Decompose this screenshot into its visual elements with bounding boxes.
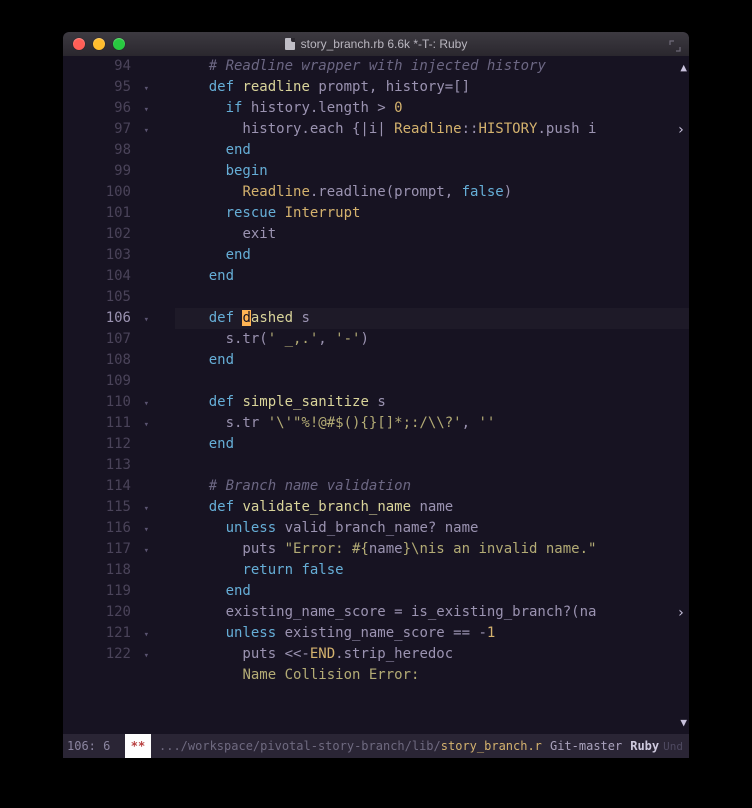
code-line[interactable]: exit	[175, 224, 689, 245]
scroll-up-arrow[interactable]: ▲	[680, 57, 687, 78]
traffic-lights	[73, 38, 125, 50]
line-number: 100	[63, 182, 169, 203]
line-number: 103	[63, 245, 169, 266]
code-line[interactable]: end	[175, 581, 689, 602]
line-number: 114	[63, 476, 169, 497]
code-line[interactable]: existing_name_score = is_existing_branch…	[175, 602, 689, 623]
scroll-down-arrow[interactable]: ▼	[680, 712, 687, 733]
code-line[interactable]: puts "Error: #{name}\nis an invalid name…	[175, 539, 689, 560]
code-line[interactable]: def validate_branch_name name	[175, 497, 689, 518]
code-line[interactable]: s.tr '\'"%!@#$(){}[]*;:/\\?', ''	[175, 413, 689, 434]
line-number: 108	[63, 350, 169, 371]
code-line[interactable]: unless existing_name_score == -1	[175, 623, 689, 644]
line-number: 105	[63, 287, 169, 308]
status-bar: 106: 6 ** .../workspace/pivotal-story-br…	[63, 734, 689, 758]
line-number: 94	[63, 56, 169, 77]
line-number-gutter: 9495▾96▾97▾9899100101102103104105106▾107…	[63, 56, 175, 734]
language-mode[interactable]: Ruby	[630, 739, 659, 753]
fold-marker[interactable]: ▾	[144, 394, 149, 415]
fullscreen-icon[interactable]	[669, 37, 681, 49]
file-path: .../workspace/pivotal-story-branch/lib/s…	[159, 739, 542, 753]
line-number: 113	[63, 455, 169, 476]
fold-marker[interactable]: ▾	[144, 415, 149, 436]
line-number: 117▾	[63, 539, 169, 560]
code-line[interactable]: end	[175, 350, 689, 371]
code-line[interactable]	[175, 455, 689, 476]
line-number: 104	[63, 266, 169, 287]
line-number: 98	[63, 140, 169, 161]
code-line[interactable]: end	[175, 434, 689, 455]
line-number: 110▾	[63, 392, 169, 413]
line-number: 120	[63, 602, 169, 623]
code-line[interactable]: def readline prompt, history=[]	[175, 77, 689, 98]
vcs-status[interactable]: Git-master	[550, 739, 622, 753]
fold-marker[interactable]: ▾	[144, 520, 149, 541]
code-line[interactable]: rescue Interrupt	[175, 203, 689, 224]
code-line[interactable]: begin	[175, 161, 689, 182]
code-line[interactable]: return false	[175, 560, 689, 581]
fold-marker[interactable]: ▾	[144, 100, 149, 121]
line-number: 116▾	[63, 518, 169, 539]
line-number: 102	[63, 224, 169, 245]
code-line[interactable]	[175, 287, 689, 308]
line-overflow-indicator: ›	[677, 603, 685, 624]
fold-marker[interactable]: ▾	[144, 499, 149, 520]
code-line[interactable]: def simple_sanitize s	[175, 392, 689, 413]
code-content[interactable]: # Readline wrapper with injected history…	[175, 56, 689, 734]
modified-indicator: **	[125, 734, 151, 758]
code-line[interactable]: # Readline wrapper with injected history	[175, 56, 689, 77]
line-number: 95▾	[63, 77, 169, 98]
app-window: story_branch.rb 6.6k *-T-: Ruby 9495▾96▾…	[63, 32, 689, 758]
line-number: 107	[63, 329, 169, 350]
close-button[interactable]	[73, 38, 85, 50]
fold-marker[interactable]: ▾	[144, 646, 149, 667]
editor-area[interactable]: 9495▾96▾97▾9899100101102103104105106▾107…	[63, 56, 689, 734]
fold-marker[interactable]: ▾	[144, 310, 149, 331]
code-line[interactable]: history.each {|i| Readline::HISTORY.push…	[175, 119, 689, 140]
code-line[interactable]: Readline.readline(prompt, false)	[175, 182, 689, 203]
minimize-button[interactable]	[93, 38, 105, 50]
line-number: 97▾	[63, 119, 169, 140]
code-line[interactable]	[175, 371, 689, 392]
line-number: 99	[63, 161, 169, 182]
titlebar: story_branch.rb 6.6k *-T-: Ruby	[63, 32, 689, 56]
code-line[interactable]: end	[175, 140, 689, 161]
line-number: 115▾	[63, 497, 169, 518]
zoom-button[interactable]	[113, 38, 125, 50]
fold-marker[interactable]: ▾	[144, 625, 149, 646]
line-number: 111▾	[63, 413, 169, 434]
code-line[interactable]: end	[175, 266, 689, 287]
line-overflow-indicator: ›	[677, 120, 685, 141]
fold-marker[interactable]: ▾	[144, 121, 149, 142]
line-number: 112	[63, 434, 169, 455]
line-number: 101	[63, 203, 169, 224]
line-number: 106▾	[63, 308, 169, 329]
code-line[interactable]: s.tr(' _,.', '-')	[175, 329, 689, 350]
file-name: story_branch.rb	[441, 739, 542, 753]
fold-marker[interactable]: ▾	[144, 541, 149, 562]
code-line[interactable]: puts <<-END.strip_heredoc	[175, 644, 689, 665]
line-number: 118	[63, 560, 169, 581]
line-number: 109	[63, 371, 169, 392]
code-line[interactable]: def dashed s	[175, 308, 689, 329]
path-prefix: .../workspace/pivotal-story-branch/lib/	[159, 739, 441, 753]
cursor-position: 106: 6	[63, 739, 125, 753]
code-line[interactable]: end	[175, 245, 689, 266]
document-icon	[285, 38, 295, 50]
encoding-hint: Und	[663, 740, 683, 753]
line-number: 119	[63, 581, 169, 602]
fold-marker[interactable]: ▾	[144, 79, 149, 100]
line-number: 121▾	[63, 623, 169, 644]
line-number: 122▾	[63, 644, 169, 665]
window-title: story_branch.rb 6.6k *-T-: Ruby	[63, 37, 689, 51]
line-number: 96▾	[63, 98, 169, 119]
code-line[interactable]: if history.length > 0	[175, 98, 689, 119]
code-line[interactable]: # Branch name validation	[175, 476, 689, 497]
code-line[interactable]: Name Collision Error:	[175, 665, 689, 686]
code-line[interactable]: unless valid_branch_name? name	[175, 518, 689, 539]
title-text: story_branch.rb 6.6k *-T-: Ruby	[301, 37, 468, 51]
